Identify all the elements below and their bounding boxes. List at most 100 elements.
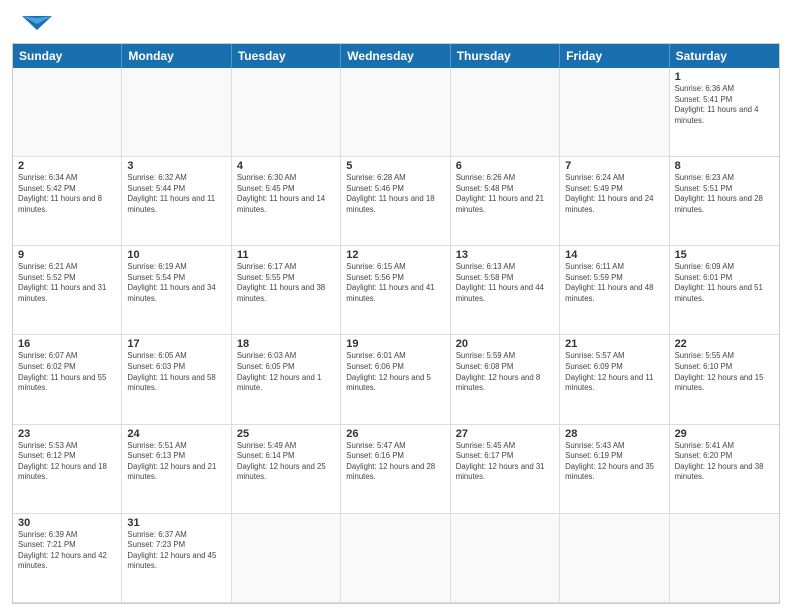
- day-info: Sunrise: 6:07 AM Sunset: 6:02 PM Dayligh…: [18, 351, 116, 393]
- header-day-monday: Monday: [122, 44, 231, 68]
- day-cell-27: 27Sunrise: 5:45 AM Sunset: 6:17 PM Dayli…: [451, 425, 560, 514]
- day-cell-15: 15Sunrise: 6:09 AM Sunset: 6:01 PM Dayli…: [670, 246, 779, 335]
- day-number: 18: [237, 338, 335, 350]
- empty-cell-41: [670, 514, 779, 603]
- top-section: [12, 10, 780, 37]
- header-day-sunday: Sunday: [13, 44, 122, 68]
- empty-cell-38: [341, 514, 450, 603]
- day-number: 24: [127, 428, 225, 440]
- day-info: Sunrise: 6:23 AM Sunset: 5:51 PM Dayligh…: [675, 173, 774, 215]
- day-cell-7: 7Sunrise: 6:24 AM Sunset: 5:49 PM Daylig…: [560, 157, 669, 246]
- page: SundayMondayTuesdayWednesdayThursdayFrid…: [0, 0, 792, 612]
- day-number: 11: [237, 249, 335, 261]
- day-cell-29: 29Sunrise: 5:41 AM Sunset: 6:20 PM Dayli…: [670, 425, 779, 514]
- day-cell-6: 6Sunrise: 6:26 AM Sunset: 5:48 PM Daylig…: [451, 157, 560, 246]
- day-cell-30: 30Sunrise: 6:39 AM Sunset: 7:21 PM Dayli…: [13, 514, 122, 603]
- day-number: 16: [18, 338, 116, 350]
- day-number: 25: [237, 428, 335, 440]
- day-number: 17: [127, 338, 225, 350]
- day-number: 20: [456, 338, 554, 350]
- day-number: 3: [127, 160, 225, 172]
- day-number: 14: [565, 249, 663, 261]
- day-cell-4: 4Sunrise: 6:30 AM Sunset: 5:45 PM Daylig…: [232, 157, 341, 246]
- day-cell-25: 25Sunrise: 5:49 AM Sunset: 6:14 PM Dayli…: [232, 425, 341, 514]
- day-info: Sunrise: 6:09 AM Sunset: 6:01 PM Dayligh…: [675, 262, 774, 304]
- day-cell-8: 8Sunrise: 6:23 AM Sunset: 5:51 PM Daylig…: [670, 157, 779, 246]
- day-cell-16: 16Sunrise: 6:07 AM Sunset: 6:02 PM Dayli…: [13, 335, 122, 424]
- day-cell-13: 13Sunrise: 6:13 AM Sunset: 5:58 PM Dayli…: [451, 246, 560, 335]
- calendar: SundayMondayTuesdayWednesdayThursdayFrid…: [12, 43, 780, 604]
- day-info: Sunrise: 5:49 AM Sunset: 6:14 PM Dayligh…: [237, 441, 335, 483]
- day-cell-9: 9Sunrise: 6:21 AM Sunset: 5:52 PM Daylig…: [13, 246, 122, 335]
- day-cell-2: 2Sunrise: 6:34 AM Sunset: 5:42 PM Daylig…: [13, 157, 122, 246]
- empty-cell-0: [13, 68, 122, 157]
- day-number: 2: [18, 160, 116, 172]
- day-info: Sunrise: 6:34 AM Sunset: 5:42 PM Dayligh…: [18, 173, 116, 215]
- day-cell-26: 26Sunrise: 5:47 AM Sunset: 6:16 PM Dayli…: [341, 425, 450, 514]
- day-info: Sunrise: 6:21 AM Sunset: 5:52 PM Dayligh…: [18, 262, 116, 304]
- empty-cell-37: [232, 514, 341, 603]
- day-number: 27: [456, 428, 554, 440]
- day-cell-3: 3Sunrise: 6:32 AM Sunset: 5:44 PM Daylig…: [122, 157, 231, 246]
- day-number: 30: [18, 517, 116, 529]
- day-cell-18: 18Sunrise: 6:03 AM Sunset: 6:05 PM Dayli…: [232, 335, 341, 424]
- day-info: Sunrise: 6:37 AM Sunset: 7:23 PM Dayligh…: [127, 530, 225, 572]
- day-info: Sunrise: 6:15 AM Sunset: 5:56 PM Dayligh…: [346, 262, 444, 304]
- day-info: Sunrise: 6:03 AM Sunset: 6:05 PM Dayligh…: [237, 351, 335, 393]
- calendar-body: 1Sunrise: 6:36 AM Sunset: 5:41 PM Daylig…: [13, 68, 779, 603]
- day-number: 10: [127, 249, 225, 261]
- day-info: Sunrise: 6:32 AM Sunset: 5:44 PM Dayligh…: [127, 173, 225, 215]
- day-cell-1: 1Sunrise: 6:36 AM Sunset: 5:41 PM Daylig…: [670, 68, 779, 157]
- day-info: Sunrise: 5:51 AM Sunset: 6:13 PM Dayligh…: [127, 441, 225, 483]
- header-day-friday: Friday: [560, 44, 669, 68]
- empty-cell-5: [560, 68, 669, 157]
- calendar-header: SundayMondayTuesdayWednesdayThursdayFrid…: [13, 44, 779, 68]
- day-cell-20: 20Sunrise: 5:59 AM Sunset: 6:08 PM Dayli…: [451, 335, 560, 424]
- day-number: 7: [565, 160, 663, 172]
- empty-cell-39: [451, 514, 560, 603]
- day-number: 1: [675, 71, 774, 83]
- empty-cell-4: [451, 68, 560, 157]
- day-cell-23: 23Sunrise: 5:53 AM Sunset: 6:12 PM Dayli…: [13, 425, 122, 514]
- day-number: 13: [456, 249, 554, 261]
- day-cell-17: 17Sunrise: 6:05 AM Sunset: 6:03 PM Dayli…: [122, 335, 231, 424]
- day-info: Sunrise: 6:28 AM Sunset: 5:46 PM Dayligh…: [346, 173, 444, 215]
- empty-cell-1: [122, 68, 231, 157]
- day-info: Sunrise: 5:57 AM Sunset: 6:09 PM Dayligh…: [565, 351, 663, 393]
- day-number: 8: [675, 160, 774, 172]
- day-number: 29: [675, 428, 774, 440]
- header-day-thursday: Thursday: [451, 44, 560, 68]
- day-info: Sunrise: 5:45 AM Sunset: 6:17 PM Dayligh…: [456, 441, 554, 483]
- logo: [12, 14, 62, 37]
- header-day-wednesday: Wednesday: [341, 44, 450, 68]
- header-day-saturday: Saturday: [670, 44, 779, 68]
- day-info: Sunrise: 6:17 AM Sunset: 5:55 PM Dayligh…: [237, 262, 335, 304]
- day-info: Sunrise: 5:47 AM Sunset: 6:16 PM Dayligh…: [346, 441, 444, 483]
- day-cell-31: 31Sunrise: 6:37 AM Sunset: 7:23 PM Dayli…: [122, 514, 231, 603]
- day-number: 31: [127, 517, 225, 529]
- day-info: Sunrise: 6:30 AM Sunset: 5:45 PM Dayligh…: [237, 173, 335, 215]
- day-number: 15: [675, 249, 774, 261]
- day-number: 9: [18, 249, 116, 261]
- day-cell-5: 5Sunrise: 6:28 AM Sunset: 5:46 PM Daylig…: [341, 157, 450, 246]
- day-info: Sunrise: 6:24 AM Sunset: 5:49 PM Dayligh…: [565, 173, 663, 215]
- day-cell-11: 11Sunrise: 6:17 AM Sunset: 5:55 PM Dayli…: [232, 246, 341, 335]
- day-info: Sunrise: 5:53 AM Sunset: 6:12 PM Dayligh…: [18, 441, 116, 483]
- day-cell-10: 10Sunrise: 6:19 AM Sunset: 5:54 PM Dayli…: [122, 246, 231, 335]
- day-number: 4: [237, 160, 335, 172]
- day-cell-24: 24Sunrise: 5:51 AM Sunset: 6:13 PM Dayli…: [122, 425, 231, 514]
- day-info: Sunrise: 6:05 AM Sunset: 6:03 PM Dayligh…: [127, 351, 225, 393]
- empty-cell-40: [560, 514, 669, 603]
- day-cell-22: 22Sunrise: 5:55 AM Sunset: 6:10 PM Dayli…: [670, 335, 779, 424]
- day-number: 28: [565, 428, 663, 440]
- day-info: Sunrise: 6:26 AM Sunset: 5:48 PM Dayligh…: [456, 173, 554, 215]
- day-number: 22: [675, 338, 774, 350]
- day-info: Sunrise: 6:39 AM Sunset: 7:21 PM Dayligh…: [18, 530, 116, 572]
- day-number: 5: [346, 160, 444, 172]
- day-cell-21: 21Sunrise: 5:57 AM Sunset: 6:09 PM Dayli…: [560, 335, 669, 424]
- day-number: 21: [565, 338, 663, 350]
- day-number: 23: [18, 428, 116, 440]
- day-info: Sunrise: 6:11 AM Sunset: 5:59 PM Dayligh…: [565, 262, 663, 304]
- header-day-tuesday: Tuesday: [232, 44, 341, 68]
- day-info: Sunrise: 6:13 AM Sunset: 5:58 PM Dayligh…: [456, 262, 554, 304]
